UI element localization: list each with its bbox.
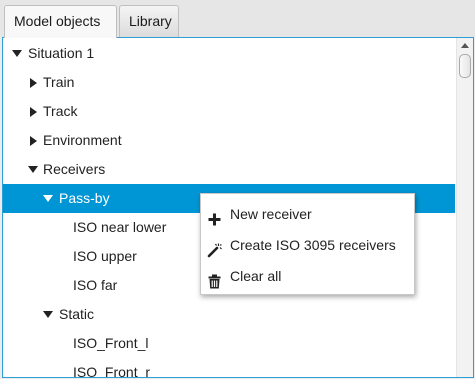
tree-item-label: Static: [59, 306, 95, 322]
tree-item-label: ISO_Front_r: [73, 364, 151, 378]
tab-library[interactable]: Library: [119, 5, 179, 37]
menu-item-new-receiver[interactable]: New receiver: [201, 199, 414, 230]
tree-item-situation[interactable]: Situation 1: [3, 39, 455, 68]
tree-item-train[interactable]: Train: [3, 68, 455, 97]
collapsed-icon[interactable]: [27, 126, 39, 155]
menu-item-clear-all[interactable]: Clear all: [201, 261, 414, 292]
expanded-icon[interactable]: [42, 300, 54, 329]
tab-model-objects[interactable]: Model objects: [4, 5, 117, 38]
tree-item-label: Track: [43, 103, 78, 119]
vertical-scrollbar[interactable]: [456, 38, 473, 377]
tab-bar: Model objects Library: [0, 0, 475, 38]
plus-icon: [207, 207, 222, 226]
trash-icon: [207, 269, 222, 289]
tree-item-environment[interactable]: Environment: [3, 126, 455, 155]
tree-item-label: Receivers: [43, 161, 106, 177]
tree-item-label: ISO far: [73, 277, 118, 293]
tree-item-label: ISO near lower: [73, 219, 167, 235]
tree-item-label: ISO upper: [73, 248, 137, 264]
tree-item-label: Pass-by: [59, 190, 110, 206]
expanded-icon[interactable]: [42, 184, 54, 213]
tree-item-label: Environment: [43, 132, 122, 148]
tree-item-receivers[interactable]: Receivers: [3, 155, 455, 184]
tree-item-iso-front-r[interactable]: ISO_Front_r: [3, 358, 455, 378]
scroll-up-arrow-icon[interactable]: [461, 43, 469, 48]
expanded-icon[interactable]: [27, 155, 39, 184]
menu-item-label: Clear all: [230, 268, 282, 284]
expanded-icon[interactable]: [11, 39, 23, 68]
tree-item-label: Train: [43, 74, 75, 90]
menu-item-create-iso-receivers[interactable]: Create ISO 3095 receivers: [201, 230, 414, 261]
tree-item-iso-front-l[interactable]: ISO_Front_l: [3, 329, 455, 358]
tree-item-label: Situation 1: [28, 45, 95, 61]
magic-wand-icon: [207, 238, 222, 258]
menu-item-label: New receiver: [230, 206, 312, 222]
tree-item-track[interactable]: Track: [3, 97, 455, 126]
context-menu: New receiver Create ISO 3095 receivers C…: [200, 193, 415, 295]
collapsed-icon[interactable]: [27, 97, 39, 126]
menu-item-label: Create ISO 3095 receivers: [230, 237, 396, 253]
tree-item-static[interactable]: Static: [3, 300, 455, 329]
collapsed-icon[interactable]: [27, 68, 39, 97]
scrollbar-thumb[interactable]: [459, 54, 471, 78]
tree-item-label: ISO_Front_l: [73, 335, 149, 351]
